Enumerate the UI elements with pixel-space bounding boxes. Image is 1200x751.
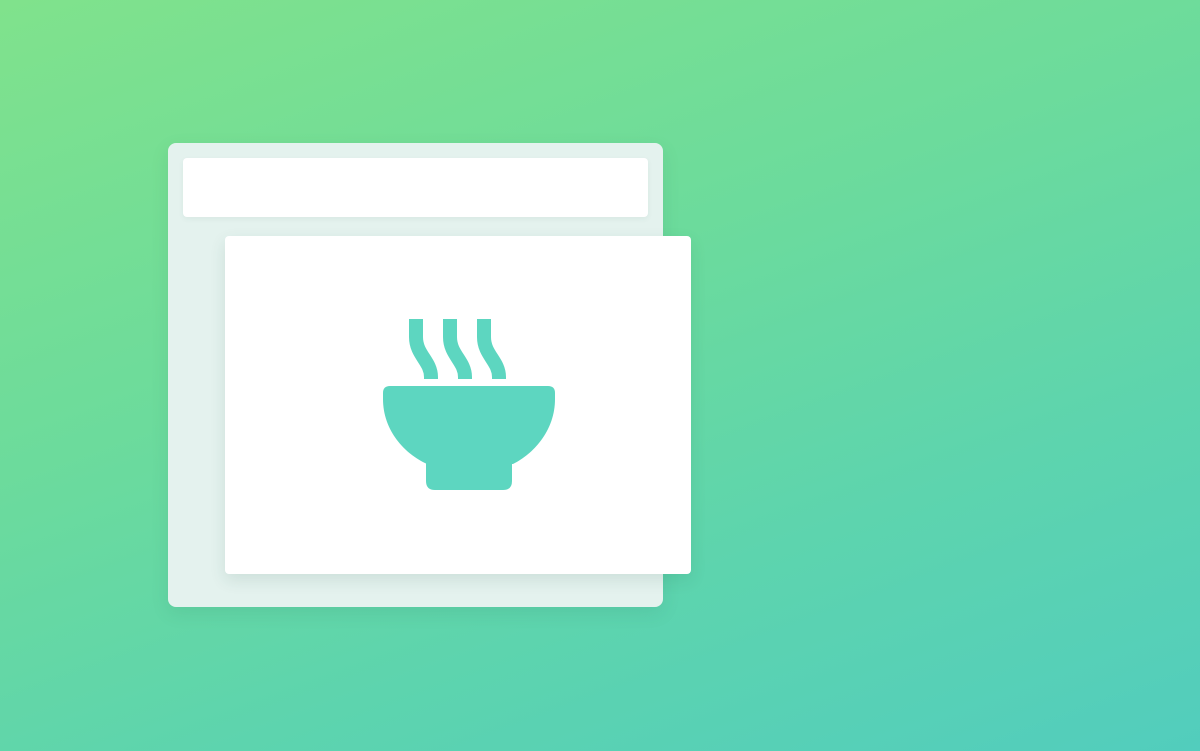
bowl-body — [383, 386, 555, 464]
front-card — [225, 236, 691, 574]
background — [0, 0, 1200, 751]
title-bar — [183, 158, 648, 217]
steam-line-right — [477, 319, 506, 379]
bowl-foot — [426, 459, 512, 490]
steam-line-left — [409, 319, 438, 379]
steam-line-middle — [443, 319, 472, 379]
bowl-steam-icon — [383, 319, 555, 490]
